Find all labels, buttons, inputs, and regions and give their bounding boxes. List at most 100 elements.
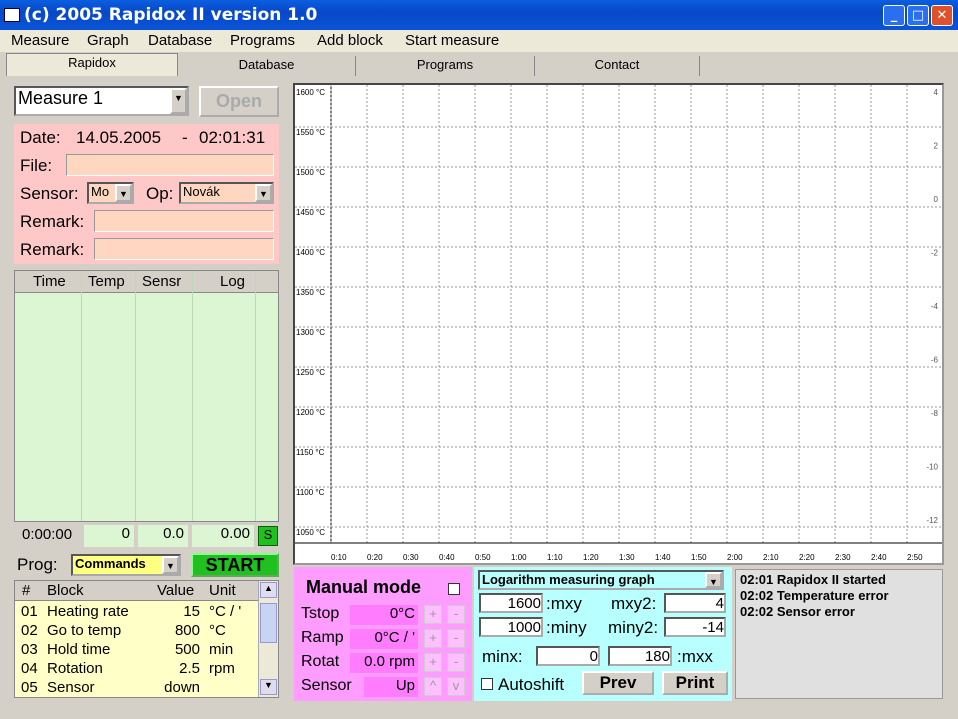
measuring-graph[interactable]: 1600 °C 1550 °C 1500 °C 1450 °C 1400 °C 1350 … [293,83,944,565]
minus-button[interactable]: v [447,677,465,696]
minx-input[interactable] [536,646,600,666]
maximize-button[interactable]: □ [907,5,929,26]
graph-mode-select[interactable]: Logarithm measuring graph ▼ [478,570,724,590]
menu-programs[interactable]: Programs [230,32,295,49]
scroll-up-icon[interactable]: ▲ [260,582,277,598]
menu-add-block[interactable]: Add block [317,32,383,49]
manual-mode-title: Manual mode [306,577,422,597]
status-time: 0:00:00 [22,526,73,543]
menu-database[interactable]: Database [148,32,212,49]
chevron-down-icon[interactable]: ▼ [115,184,132,202]
x-tick-label: 1:50 [691,553,707,562]
measure-select[interactable]: Measure 1 ▼ [14,86,189,116]
plus-button[interactable]: + [424,629,442,648]
status-flag[interactable]: S [258,526,278,546]
x-tick-label: 1:00 [511,553,527,562]
autoshift-checkbox[interactable] [481,678,493,690]
block-cell-unit: °C / ' [209,603,242,620]
chevron-down-icon[interactable]: ▼ [255,184,272,202]
sensor-select-value: Mo [91,184,110,199]
table-row[interactable]: 02 Go to temp 800 °C [15,621,258,640]
print-button[interactable]: Print [662,671,728,695]
manual-mode-checkbox[interactable] [448,583,460,595]
graph-mode-value: Logarithm measuring graph [482,572,655,587]
block-table[interactable]: # Block Value Unit 01 Heating rate 15 °C / … [14,580,279,698]
prev-button[interactable]: Prev [582,671,654,695]
close-button[interactable]: ✕ [931,5,953,26]
x-tick-label: 1:40 [655,553,671,562]
x-tick-label: 0:10 [331,553,347,562]
log-col-temp[interactable]: Temp [88,273,125,290]
x-tick-label: 0:40 [439,553,455,562]
message-log[interactable]: 02:01 Rapidox II started 02:02 Temperatu… [735,569,943,699]
block-col-unit[interactable]: Unit [209,582,236,599]
start-button[interactable]: START [191,553,279,577]
y2-tick-label: -8 [931,409,939,418]
x-tick-label: 1:10 [547,553,563,562]
mxy2-label: mxy2: [611,594,657,613]
miny-input[interactable] [479,617,543,637]
minus-button[interactable]: - [447,629,465,648]
status-sensor: 0.0 [138,525,188,547]
remark-field-2[interactable] [94,238,274,260]
y2-tick-label: -10 [926,463,938,472]
block-col-value[interactable]: Value [157,582,194,599]
graph-canvas: 1600 °C 1550 °C 1500 °C 1450 °C 1400 °C 1350 … [295,85,942,562]
file-field[interactable] [66,154,274,176]
plus-button[interactable]: ^ [424,677,442,696]
y-tick-label: 1150 °C [296,448,325,457]
chevron-down-icon[interactable]: ▼ [170,88,187,114]
table-row[interactable]: 01 Heating rate 15 °C / ' [15,602,258,621]
y-tick-label: 1100 °C [296,488,325,497]
remark-field-1[interactable] [94,210,274,232]
block-cell-value: 2.5 [179,660,200,677]
menu-graph[interactable]: Graph [87,32,129,49]
block-cell-block: Heating rate [47,603,129,620]
tab-contact[interactable]: Contact [535,56,700,76]
sensor-select[interactable]: Mo ▼ [87,182,134,204]
manual-mode-panel: Manual mode Tstop 0°C + - Ramp 0°C / ' + - Rotat… [294,567,472,701]
block-cell-n: 04 [21,660,38,677]
x-tick-label: 2:50 [907,553,923,562]
menu-start-measure[interactable]: Start measure [405,32,499,49]
manual-value: 0.0 rpm [350,653,418,673]
tab-programs[interactable]: Programs [356,56,535,76]
block-col-block[interactable]: Block [47,582,84,599]
status-temp: 0 [84,525,134,547]
minus-button[interactable]: - [447,653,465,672]
log-table[interactable]: Time Temp Sensr Log [14,270,279,522]
log-col-sensr[interactable]: Sensr [142,273,181,290]
menu-measure[interactable]: Measure [11,32,69,49]
program-select[interactable]: Commands ▼ [71,554,181,576]
block-cell-block: Hold time [47,641,111,658]
file-label: File: [20,156,53,175]
tab-database[interactable]: Database [178,56,356,76]
info-panel: Date: 14.05.2005 - 02:01:31 File: Sensor… [14,124,279,264]
minimize-button[interactable]: _ [883,5,905,26]
block-cell-n: 02 [21,622,38,639]
minx-label: minx: [482,647,523,666]
mxy-input[interactable] [479,593,543,613]
log-col-time[interactable]: Time [33,273,66,290]
operator-select[interactable]: Novák ▼ [179,182,274,204]
chevron-down-icon[interactable]: ▼ [705,572,722,588]
chevron-down-icon[interactable]: ▼ [162,556,179,574]
plus-button[interactable]: + [424,653,442,672]
plus-button[interactable]: + [424,605,442,624]
table-row[interactable]: 03 Hold time 500 min [15,640,258,659]
log-col-log[interactable]: Log [220,273,245,290]
table-row[interactable]: 04 Rotation 2.5 rpm [15,659,258,678]
block-scrollbar[interactable]: ▲ ▼ [258,581,278,697]
message-item: 02:02 Sensor error [740,604,855,619]
scroll-down-icon[interactable]: ▼ [260,679,277,695]
open-button[interactable]: Open [199,86,279,117]
scroll-thumb[interactable] [260,603,277,643]
mxy2-input[interactable] [664,593,726,613]
minus-button[interactable]: - [447,605,465,624]
miny2-input[interactable] [664,617,726,637]
mxx-input[interactable] [608,646,672,666]
tab-rapidox[interactable]: Rapidox [6,53,178,76]
table-row[interactable]: 05 Sensor down [15,678,258,697]
block-col-num[interactable]: # [22,582,30,599]
manual-label: Rotat [301,653,340,670]
